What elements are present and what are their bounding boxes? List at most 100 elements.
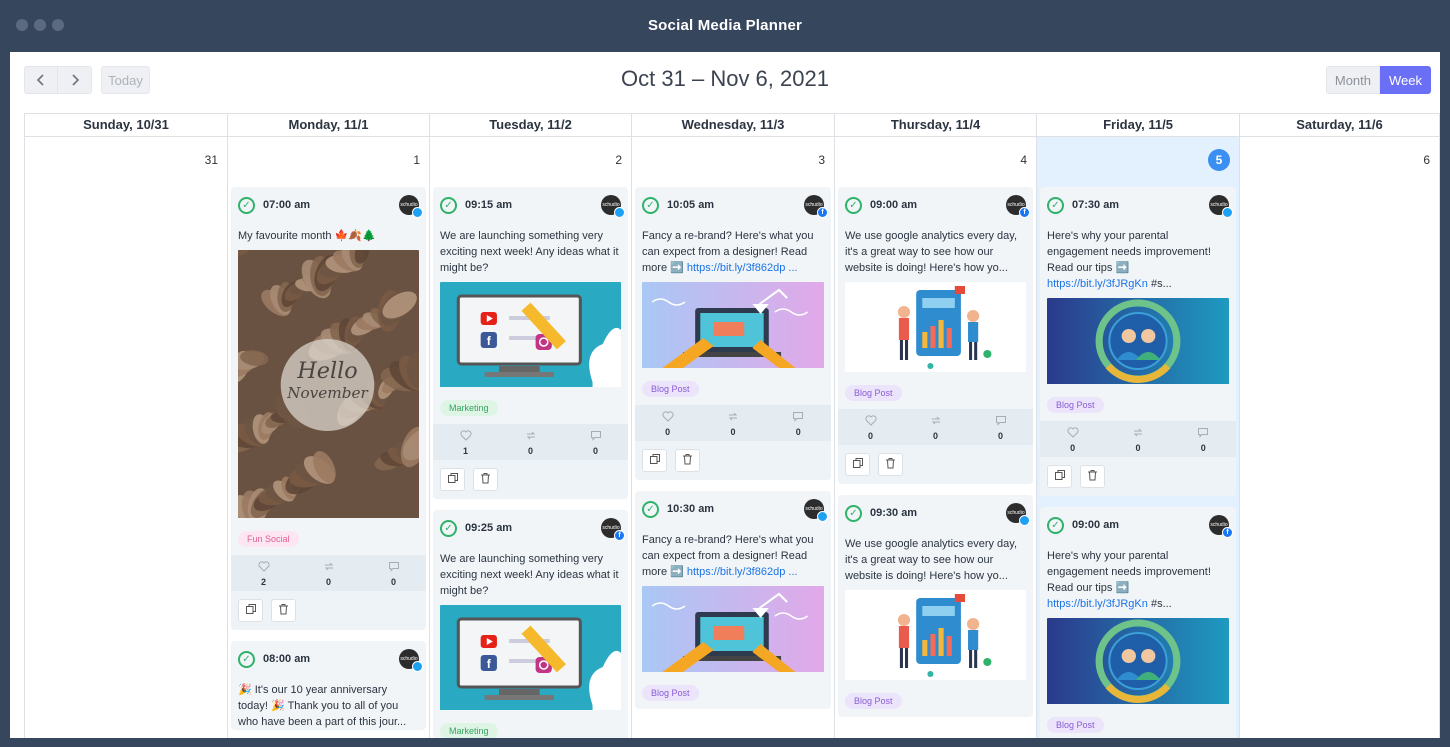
post-link[interactable]: https://bit.ly/3fJRgKn <box>1047 278 1148 290</box>
post-card[interactable]: ✓ 08:00 am schudio 🎉 It's our 10 year an… <box>231 641 426 730</box>
week-view-button[interactable]: Week <box>1380 66 1431 94</box>
post-card[interactable]: ✓ 07:00 am schudio My favourite month 🍁🍂… <box>231 187 426 630</box>
day-header: Tuesday, 11/2 <box>430 114 631 137</box>
delete-post-button[interactable] <box>473 468 498 491</box>
account-avatar[interactable]: schudio <box>804 499 828 522</box>
twitter-icon <box>1222 207 1233 218</box>
post-tag[interactable]: Marketing <box>440 400 498 416</box>
trash-icon <box>1087 468 1098 486</box>
retweet-icon <box>323 561 335 575</box>
likes-stat: 0 <box>864 415 877 441</box>
day-header: Wednesday, 11/3 <box>632 114 834 137</box>
post-card[interactable]: ✓ 09:15 am schudio We are launching some… <box>433 187 628 499</box>
post-link[interactable]: https://bit.ly/3f862dp ... <box>687 566 798 578</box>
post-image[interactable] <box>1047 618 1229 709</box>
post-link[interactable]: https://bit.ly/3fJRgKn <box>1047 598 1148 610</box>
delete-post-button[interactable] <box>878 453 903 476</box>
post-image[interactable] <box>845 590 1026 685</box>
day-column[interactable]: Friday, 11/5 5 ✓ 07:30 am schudio Here's … <box>1037 114 1240 738</box>
shares-count: 0 <box>730 427 736 437</box>
copy-icon <box>1054 468 1066 486</box>
post-link[interactable]: https://bit.ly/3f862dp ... <box>687 262 798 274</box>
post-image[interactable]: f <box>440 282 621 392</box>
post-tag[interactable]: Blog Post <box>1047 717 1104 733</box>
account-avatar[interactable]: schudio <box>1006 503 1030 526</box>
post-time: 09:25 am <box>465 522 513 534</box>
post-header: ✓ 10:05 am schudio f <box>642 195 828 218</box>
twitter-icon <box>412 207 423 218</box>
post-card[interactable]: ✓ 07:30 am schudio Here's why your paren… <box>1040 187 1236 496</box>
post-card[interactable]: ✓ 10:05 am schudio f Fancy a re-brand? He… <box>635 187 831 480</box>
delete-post-button[interactable] <box>271 599 296 622</box>
account-avatar[interactable]: schudio <box>601 195 625 218</box>
likes-stat: 2 <box>257 561 270 587</box>
post-image[interactable] <box>1047 298 1229 389</box>
post-tag[interactable]: Blog Post <box>845 693 902 709</box>
account-avatar[interactable]: schudio <box>399 195 423 218</box>
post-text-content: We are launching something very exciting… <box>440 230 619 274</box>
twitter-icon <box>412 661 423 672</box>
post-card[interactable]: ✓ 09:25 am schudio f We are launching som… <box>433 510 628 738</box>
day-number-label: 6 <box>1423 153 1430 167</box>
day-number[interactable]: 2 <box>430 137 631 187</box>
duplicate-post-button[interactable] <box>642 449 667 472</box>
twitter-icon <box>1019 515 1030 526</box>
post-body: ✓ 09:15 am schudio We are launching some… <box>433 187 628 424</box>
account-avatar[interactable]: schudio f <box>804 195 828 218</box>
account-avatar[interactable]: schudio f <box>1209 515 1233 538</box>
day-number-label: 1 <box>413 153 420 167</box>
post-image[interactable]: Hello November <box>238 250 419 523</box>
duplicate-post-button[interactable] <box>238 599 263 622</box>
post-stats: 1 0 0 <box>433 424 628 460</box>
account-avatar[interactable]: schudio f <box>601 518 625 541</box>
duplicate-post-button[interactable] <box>845 453 870 476</box>
post-tag[interactable]: Blog Post <box>1047 397 1104 413</box>
day-number[interactable]: 5 <box>1037 137 1239 187</box>
post-image[interactable] <box>642 282 824 373</box>
planner-content: Today Oct 31 – Nov 6, 2021 Month Week Su… <box>10 52 1440 738</box>
post-card[interactable]: ✓ 09:30 am schudio We use google analyti… <box>838 495 1033 717</box>
post-card[interactable]: ✓ 09:00 am schudio f Here's why your pare… <box>1040 507 1236 738</box>
comment-icon <box>792 411 804 425</box>
post-image[interactable] <box>845 282 1026 377</box>
post-text-content: My favourite month 🍁🍂🌲 <box>238 230 376 242</box>
title-bar: Social Media Planner <box>0 0 1450 52</box>
copy-icon <box>447 471 459 489</box>
account-avatar[interactable]: schudio <box>399 649 423 672</box>
day-column[interactable]: Wednesday, 11/3 3 ✓ 10:05 am schudio f Fan… <box>632 114 835 738</box>
post-text-content: We are launching something very exciting… <box>440 553 619 597</box>
duplicate-post-button[interactable] <box>440 468 465 491</box>
day-column[interactable]: Tuesday, 11/2 2 ✓ 09:15 am schudio We are… <box>430 114 632 738</box>
likes-count: 0 <box>665 427 671 437</box>
post-tag[interactable]: Marketing <box>440 723 498 738</box>
account-avatar[interactable]: schudio f <box>1006 195 1030 218</box>
month-view-button[interactable]: Month <box>1325 66 1380 94</box>
post-image[interactable] <box>642 586 824 677</box>
post-time: 07:00 am <box>263 199 311 211</box>
post-time: 09:00 am <box>1072 519 1120 531</box>
day-column[interactable]: Monday, 11/1 1 ✓ 07:00 am schudio My favo… <box>228 114 430 738</box>
day-column[interactable]: Saturday, 11/6 6 <box>1240 114 1440 738</box>
day-number[interactable]: 3 <box>632 137 834 187</box>
likes-stat: 0 <box>662 411 674 437</box>
post-card[interactable]: ✓ 10:30 am schudio Fancy a re-brand? Her… <box>635 491 831 709</box>
duplicate-post-button[interactable] <box>1047 465 1072 488</box>
post-actions <box>635 441 831 480</box>
post-tag[interactable]: Fun Social <box>238 531 299 547</box>
post-card[interactable]: ✓ 09:00 am schudio f We use google analyt… <box>838 187 1033 484</box>
day-number-label: 4 <box>1020 153 1027 167</box>
post-tag[interactable]: Blog Post <box>845 385 902 401</box>
day-number[interactable]: 31 <box>25 137 227 187</box>
day-column[interactable]: Thursday, 11/4 4 ✓ 09:00 am schudio f We u… <box>835 114 1037 738</box>
delete-post-button[interactable] <box>675 449 700 472</box>
day-number[interactable]: 1 <box>228 137 429 187</box>
post-time: 10:05 am <box>667 199 715 211</box>
day-column[interactable]: Sunday, 10/31 31 <box>25 114 228 738</box>
delete-post-button[interactable] <box>1080 465 1105 488</box>
post-image[interactable]: f <box>440 605 621 715</box>
post-tag[interactable]: Blog Post <box>642 685 699 701</box>
day-number[interactable]: 4 <box>835 137 1036 187</box>
day-number[interactable]: 6 <box>1240 137 1439 187</box>
account-avatar[interactable]: schudio <box>1209 195 1233 218</box>
post-tag[interactable]: Blog Post <box>642 381 699 397</box>
